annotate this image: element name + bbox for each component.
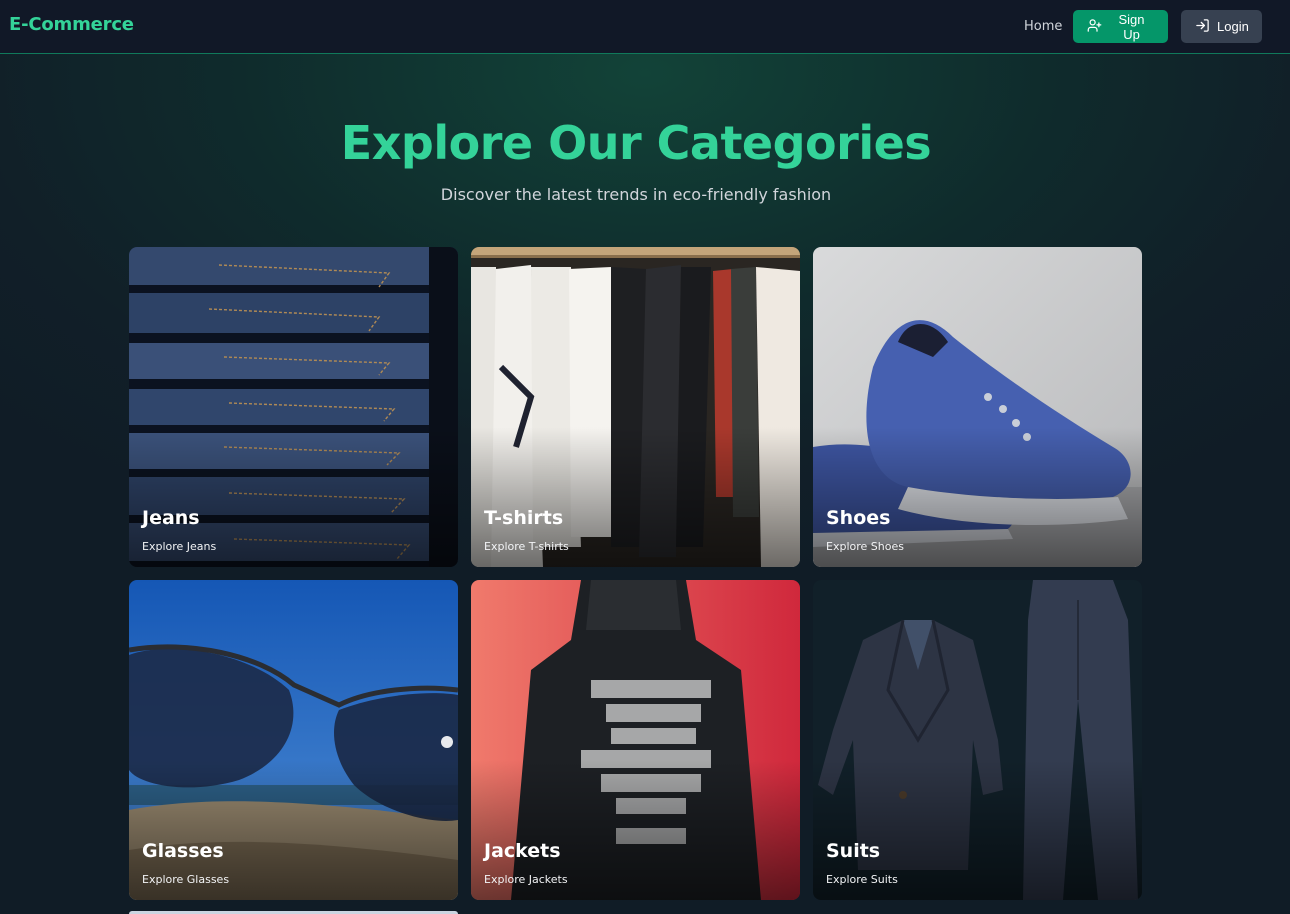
category-title: Jackets [484,840,561,862]
category-title: Jeans [142,507,200,529]
category-card-jeans[interactable]: Jeans Explore Jeans [129,247,458,567]
category-link[interactable]: Explore Suits [826,873,898,886]
navbar: E-Commerce Home Sign Up Login [0,0,1290,54]
category-link[interactable]: Explore Jackets [484,873,568,886]
category-title: Glasses [142,840,224,862]
category-title: Suits [826,840,881,862]
category-title: T-shirts [484,507,564,529]
nav-home-link[interactable]: Home [1024,19,1062,34]
page-title: Explore Our Categories [340,116,932,170]
user-plus-icon [1087,18,1102,36]
category-card-glasses[interactable]: Glasses Explore Glasses [129,580,458,900]
category-card-tshirts[interactable]: T-shirts Explore T-shirts [471,247,800,567]
category-link[interactable]: Explore Jeans [142,540,216,553]
category-card-shoes[interactable]: Shoes Explore Shoes [813,247,1142,567]
category-link[interactable]: Explore T-shirts [484,540,569,553]
category-link[interactable]: Explore Shoes [826,540,904,553]
signup-label: Sign Up [1118,11,1145,42]
page-subtitle: Discover the latest trends in eco-friend… [440,185,832,204]
log-in-icon [1195,18,1210,36]
category-link[interactable]: Explore Glasses [142,873,229,886]
category-title: Shoes [826,507,891,529]
login-label: Login [1217,19,1249,34]
brand-logo[interactable]: E-Commerce [9,14,134,35]
category-card-jackets[interactable]: Jackets Explore Jackets [471,580,800,900]
login-button[interactable]: Login [1181,10,1262,43]
signup-button[interactable]: Sign Up [1073,10,1168,43]
category-card-suits[interactable]: Suits Explore Suits [813,580,1142,900]
